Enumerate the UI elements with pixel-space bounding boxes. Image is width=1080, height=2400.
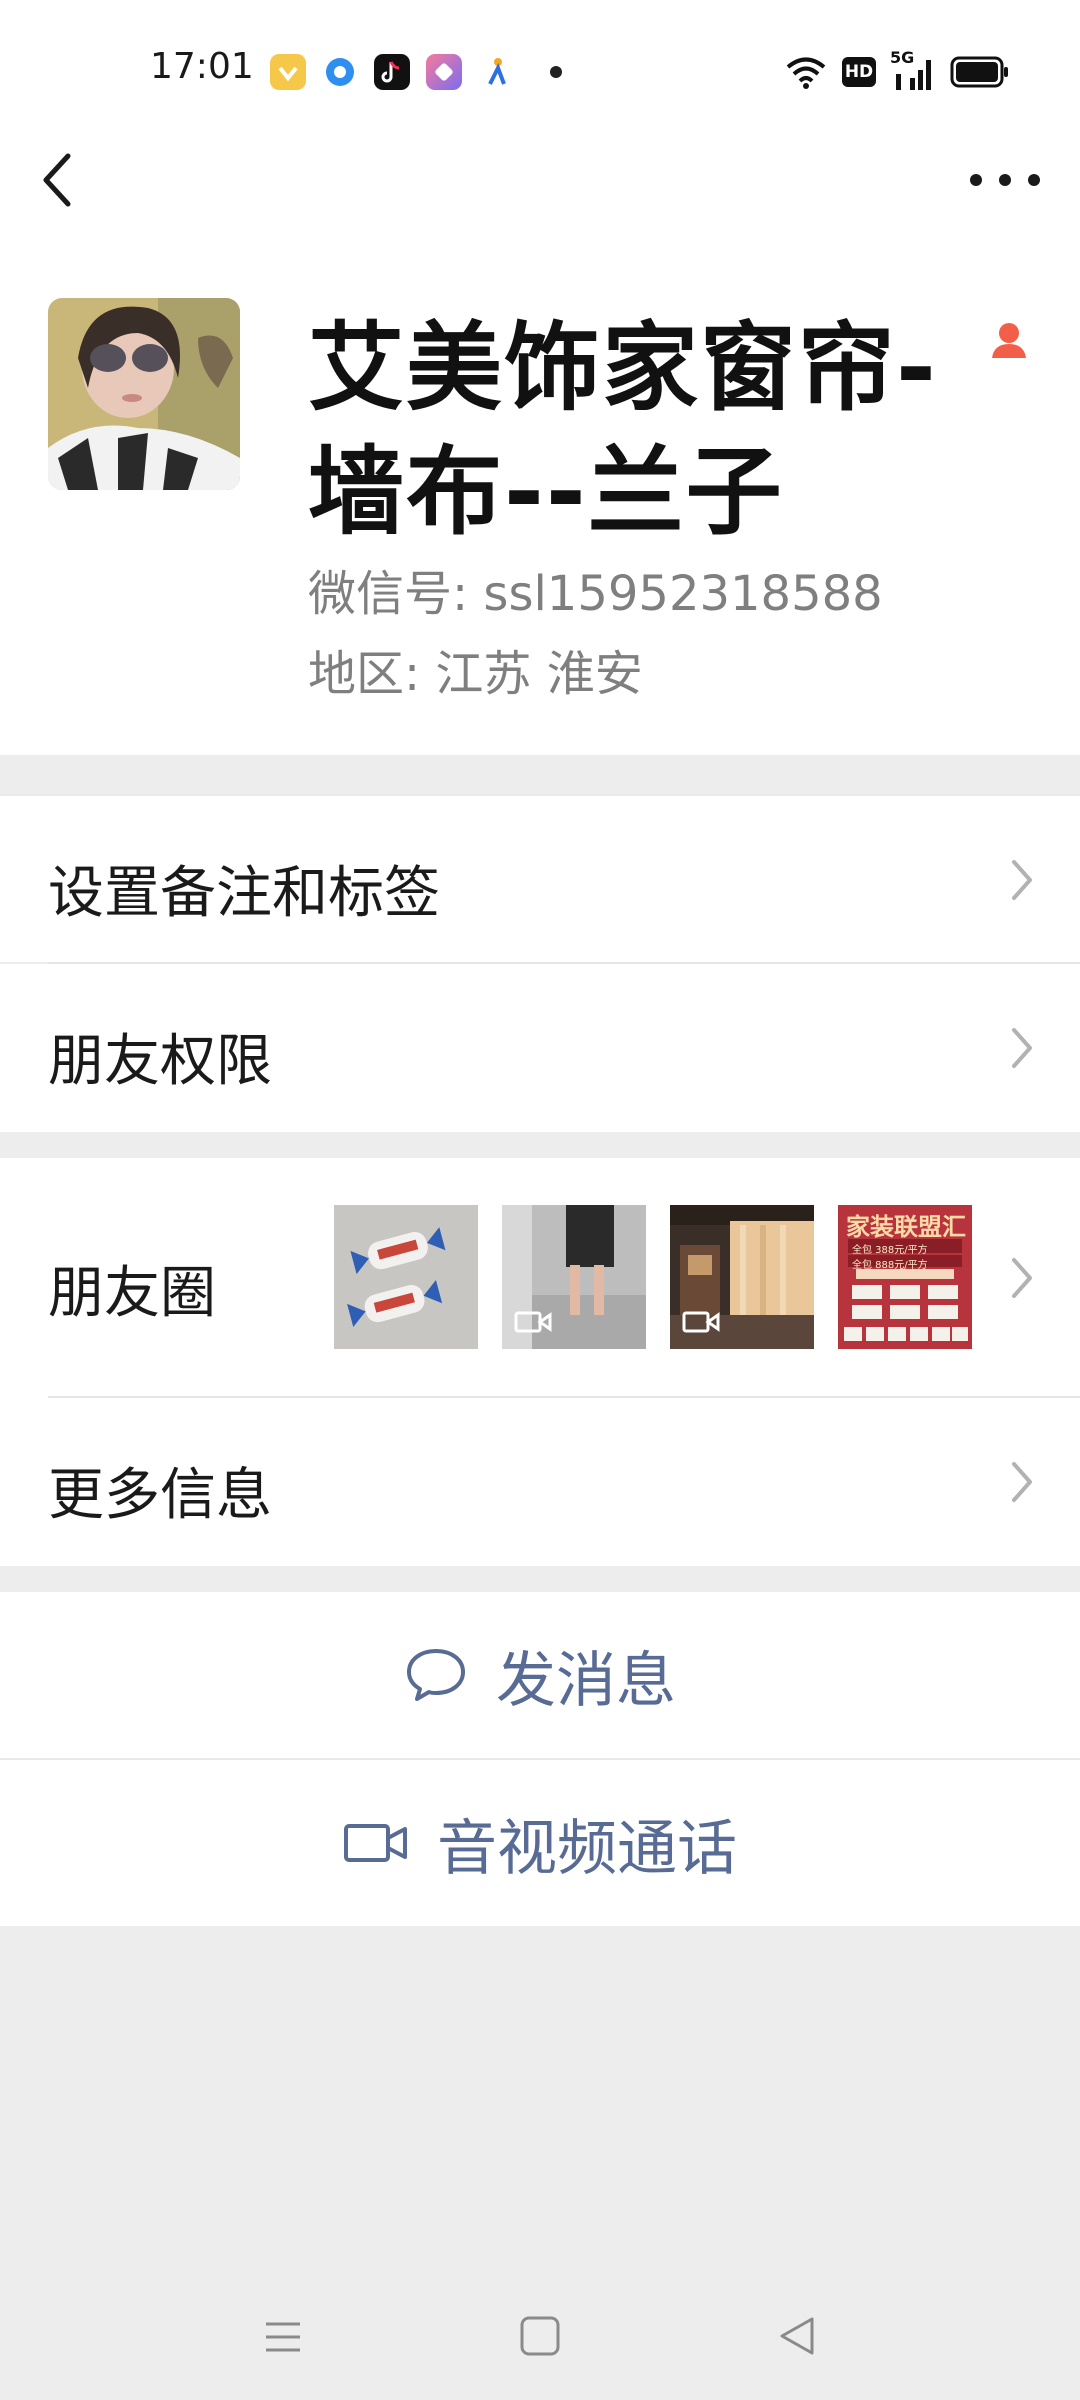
friend-permissions-label: 朋友权限 xyxy=(48,1029,272,1094)
chevron-right-icon xyxy=(1012,1462,1032,1502)
video-camera-icon xyxy=(344,1824,407,1862)
menu-icon[interactable] xyxy=(262,2316,304,2358)
wifi-icon xyxy=(786,57,826,89)
send-message-button[interactable]: 发消息 xyxy=(0,1592,1080,1758)
app-notification-icon xyxy=(270,54,306,90)
chevron-right-icon xyxy=(1012,1028,1032,1068)
thumbnail-line: 全包 888元/平方 xyxy=(852,1260,928,1271)
audio-video-call-button[interactable]: 音视频通话 xyxy=(0,1760,1080,1926)
send-message-label: 发消息 xyxy=(496,1645,676,1716)
chevron-left-icon xyxy=(43,153,71,207)
avatar[interactable] xyxy=(48,298,240,490)
moments-thumbnail[interactable] xyxy=(670,1205,814,1349)
chevron-right-icon xyxy=(1012,1258,1032,1298)
chevron-right-icon xyxy=(1012,860,1032,900)
remark-tags-label: 设置备注和标签 xyxy=(48,861,440,926)
wechat-id: 微信号: ssl15952318588 xyxy=(308,566,883,622)
more-info-label: 更多信息 xyxy=(48,1463,272,1528)
profile-name: 艾美饰家窗帘-墙布--兰子 xyxy=(308,312,938,548)
signal-icon: 5G xyxy=(890,48,936,92)
more-notifications-dot xyxy=(550,66,562,78)
chat-bubble-icon xyxy=(407,1649,465,1701)
more-dots-icon xyxy=(970,174,982,186)
hd-badge: HD xyxy=(842,57,876,87)
system-nav-bar xyxy=(0,2280,1080,2400)
app-notification-icon xyxy=(322,54,358,90)
region: 地区: 江苏 淮安 xyxy=(308,646,643,702)
back-button[interactable] xyxy=(34,148,86,212)
audio-video-call-label: 音视频通话 xyxy=(437,1813,737,1884)
more-options-button[interactable] xyxy=(970,160,1040,200)
thumbnail-line: 全包 388元/平方 xyxy=(852,1245,928,1256)
battery-icon xyxy=(950,56,1008,88)
back-triangle-icon[interactable] xyxy=(776,2314,820,2358)
moments-thumbnail[interactable]: 家装联盟汇 全包 388元/平方 全包 888元/平方 xyxy=(838,1205,972,1349)
contact-badge-icon xyxy=(990,320,1028,360)
status-bar: 17:01 HD 5G xyxy=(0,0,1080,140)
moments-label: 朋友圈 xyxy=(48,1261,216,1326)
status-time: 17:01 xyxy=(150,46,254,87)
thumbnail-title: 家装联盟汇 xyxy=(846,1213,966,1241)
tiktok-icon xyxy=(374,54,410,90)
moments-thumbnail[interactable] xyxy=(334,1205,478,1349)
friend-permissions-row[interactable]: 朋友权限 xyxy=(0,964,1080,1132)
moments-thumbnail[interactable] xyxy=(502,1205,646,1349)
app-notification-icon xyxy=(478,54,514,90)
more-info-row[interactable]: 更多信息 xyxy=(0,1398,1080,1566)
status-icons: HD 5G xyxy=(784,48,1010,94)
remark-tags-row[interactable]: 设置备注和标签 xyxy=(0,796,1080,962)
home-icon[interactable] xyxy=(518,2314,562,2358)
app-notification-icon xyxy=(426,54,462,90)
